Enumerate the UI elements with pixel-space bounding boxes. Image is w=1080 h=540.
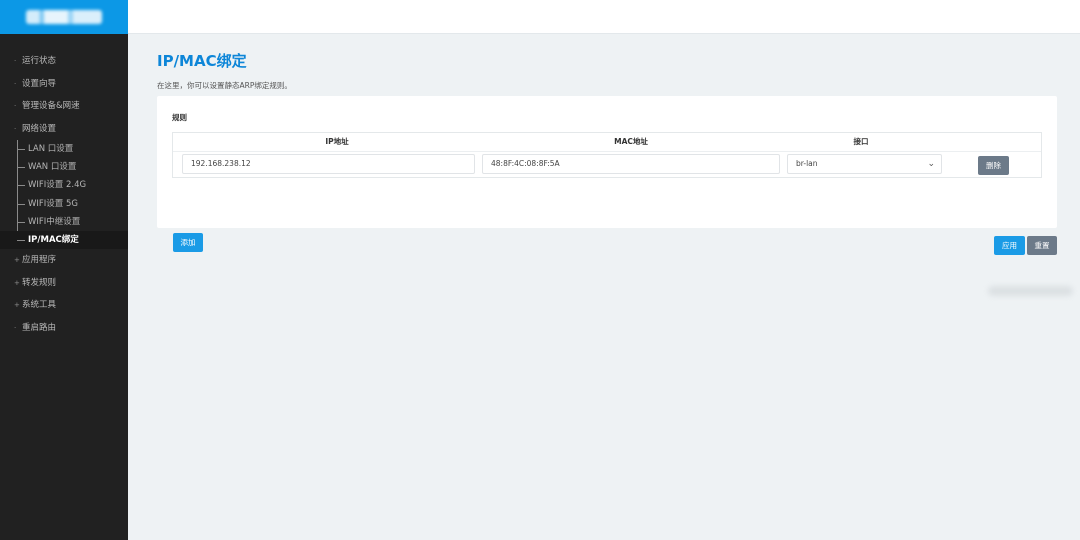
page-description: 在这里，你可以设置静态ARP绑定规则。 [157,81,292,90]
expand-plus-icon: + [14,256,20,265]
apply-button[interactable]: 应用 [994,236,1025,255]
sidebar-subitem-wan[interactable]: WAN 口设置 [0,158,128,176]
sidebar-item-label: 设置向导 [22,78,57,89]
tree-branch [17,221,25,223]
section-label: 规则 [172,113,187,122]
column-header-interface: 接口 [853,137,869,146]
sidebar-subitem-label: WAN 口设置 [28,162,77,173]
mac-address-input[interactable]: 48:8F:4C:08:8F:5A [482,154,780,174]
sidebar-subitem-lan[interactable]: LAN 口设置 [0,140,128,158]
sidebar-subitem-label: WIFI设置 2.4G [28,180,87,191]
chevron-down-icon: ⌄ [927,159,935,169]
sidebar-item-label: 系统工具 [22,300,57,311]
sidebar-subitem-label: LAN 口设置 [28,144,74,154]
sidebar: · 运行状态 · 设置向导 · 管理设备&网速 · 网络设置 LAN 口设置 W… [0,0,128,540]
expand-plus-icon: + [14,301,20,310]
blurred-logo [26,10,102,24]
bullet-icon: · [14,102,17,110]
sidebar-subitem-ip-mac-binding[interactable]: IP/MAC绑定 [0,230,128,250]
ip-address-input[interactable]: 192.168.238.12 [182,154,475,174]
add-button[interactable]: 添加 [173,233,203,252]
header-divider [173,151,1041,152]
sidebar-subitem-wifi-repeater[interactable]: WIFI中继设置 [0,213,128,231]
interface-select-value: br-lan [796,159,818,168]
main-content: IP/MAC绑定 在这里，你可以设置静态ARP绑定规则。 规则 IP地址 MAC… [157,50,1057,252]
rules-table: IP地址 MAC地址 接口 192.168.238.12 48:8F:4C:08… [172,132,1042,178]
sidebar-subitem-wifi-24g[interactable]: WIFI设置 2.4G [0,176,128,194]
tree-branch [17,185,25,187]
column-header-ip: IP地址 [325,137,349,146]
bullet-icon: · [14,124,17,133]
top-bar [128,0,1080,34]
sidebar-item-label: 应用程序 [22,255,57,266]
reset-button[interactable]: 重置 [1027,236,1057,255]
sidebar-item-devices[interactable]: · 管理设备&网速 [0,95,128,118]
delete-button[interactable]: 删除 [978,156,1009,175]
sidebar-subitem-wifi-5g[interactable]: WIFI设置 5G [0,195,128,213]
tree-branch [17,203,25,205]
bullet-icon: · [14,79,17,88]
page-title: IP/MAC绑定 [157,52,247,70]
sidebar-item-reboot[interactable]: · 重启路由 [0,317,128,340]
bullet-icon: · [14,323,17,332]
sidebar-item-network[interactable]: · 网络设置 [0,118,128,141]
tree-branch [17,239,25,241]
sidebar-item-apps[interactable]: + 应用程序 [0,249,128,272]
sidebar-subitem-label: IP/MAC绑定 [28,234,79,245]
sidebar-item-label: 网络设置 [22,123,57,134]
sidebar-item-label: 转发规则 [22,277,57,288]
sidebar-item-label: 运行状态 [22,56,57,66]
sidebar-nav: · 运行状态 · 设置向导 · 管理设备&网速 · 网络设置 LAN 口设置 W… [0,34,128,339]
sidebar-item-forwarding[interactable]: + 转发规则 [0,272,128,295]
expand-plus-icon: + [14,278,20,287]
sidebar-item-system-tools[interactable]: + 系统工具 [0,294,128,317]
sidebar-item-label: 管理设备&网速 [22,101,80,111]
sidebar-item-status[interactable]: · 运行状态 [0,50,128,73]
network-submenu: LAN 口设置 WAN 口设置 WIFI设置 2.4G WIFI设置 5G WI… [0,140,128,250]
rules-card: 规则 IP地址 MAC地址 接口 192.168.238.12 48:8F:4C… [157,96,1057,252]
interface-select[interactable]: br-lan ⌄ [787,154,942,174]
sidebar-subitem-label: WIFI中继设置 [28,216,81,227]
sidebar-item-wizard[interactable]: · 设置向导 [0,73,128,96]
tree-branch [17,149,25,150]
blurred-artifact [988,286,1073,296]
brand-logo[interactable] [0,0,128,34]
column-header-mac: MAC地址 [614,137,648,146]
tree-branch [17,167,25,169]
bullet-icon: · [14,57,17,65]
sidebar-subitem-label: WIFI设置 5G [28,198,79,209]
sidebar-item-label: 重启路由 [22,322,57,333]
